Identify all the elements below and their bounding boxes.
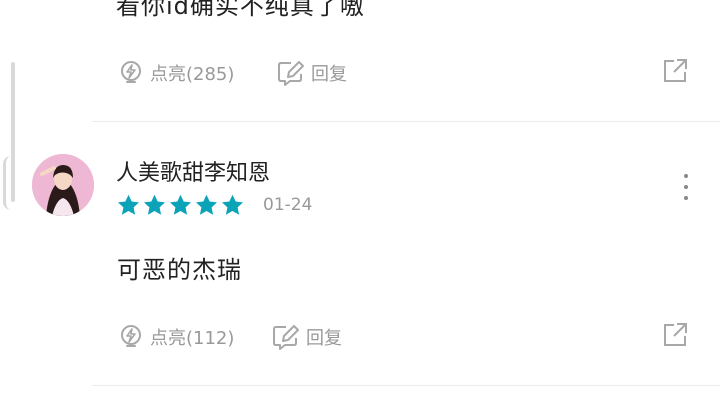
edit-reply-icon — [272, 324, 300, 350]
username[interactable]: 人美歌甜李知恩 — [116, 155, 270, 187]
share-icon — [664, 323, 687, 346]
lightning-icon — [118, 324, 144, 350]
like-button[interactable]: 点亮(112) — [118, 324, 234, 350]
like-label: 点亮(285) — [150, 64, 235, 85]
rating-stars — [117, 194, 244, 216]
edit-reply-icon — [277, 60, 305, 86]
share-button-previous[interactable] — [662, 58, 688, 88]
comment-text: 可恶的杰瑞 — [117, 256, 242, 284]
like-label: 点亮(112) — [150, 328, 235, 349]
previous-comment-text: 看你id确实不纯真了嗷 — [116, 0, 365, 20]
lightning-icon — [118, 60, 144, 86]
star-icon — [143, 194, 166, 215]
share-button[interactable] — [662, 322, 688, 352]
reply-button[interactable]: 回复 — [272, 324, 342, 350]
comment-list: 看你id确实不纯真了嗷 点亮(285) 回复 人美歌甜李知恩 01-24 可恶的… — [0, 0, 720, 405]
divider — [92, 121, 720, 122]
star-icon — [169, 194, 192, 215]
like-button-previous[interactable]: 点亮(285) — [118, 60, 234, 86]
scroll-indicator — [3, 156, 14, 210]
star-icon — [195, 194, 218, 215]
divider — [92, 385, 720, 386]
more-vert-icon[interactable] — [678, 174, 694, 200]
star-icon — [221, 194, 244, 215]
reply-button-previous[interactable]: 回复 — [277, 60, 347, 86]
reply-label: 回复 — [311, 64, 347, 85]
star-icon — [117, 194, 140, 215]
avatar[interactable] — [32, 154, 94, 216]
share-icon — [664, 59, 687, 82]
comment-date: 01-24 — [263, 195, 313, 215]
reply-label: 回复 — [306, 328, 342, 349]
